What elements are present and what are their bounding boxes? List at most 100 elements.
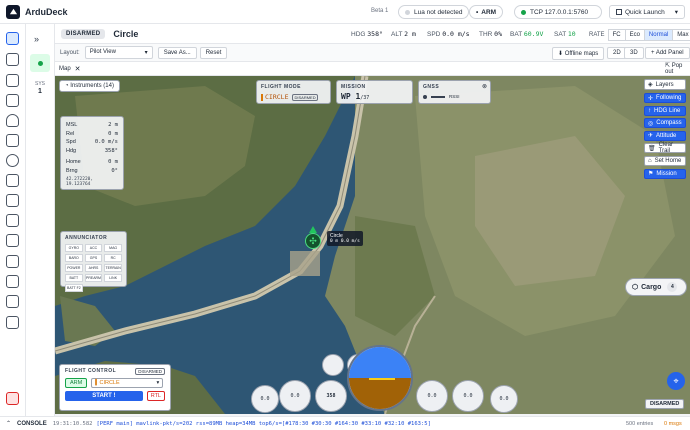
app-logo xyxy=(6,4,20,19)
instruments-button[interactable]: ◔ Instruments (14) xyxy=(59,80,120,92)
layer-icon: ✛ xyxy=(648,95,654,102)
vehicle-label: Circle 0 m 0.0 m/s xyxy=(327,231,363,246)
layers-button[interactable]: ◈ Layers xyxy=(644,79,686,90)
close-icon[interactable]: ✕ xyxy=(75,65,81,73)
mission-title: MISSION xyxy=(341,84,366,90)
vehicle-column: » SYS 1 xyxy=(26,24,55,416)
status-row: DISARMED Circle HDG 358° ALT 2 m SPD 0.0… xyxy=(55,24,690,44)
layout-bar: Layout: Pilot View ▾ Save As... Reset ⬇ O… xyxy=(55,44,690,62)
console-bar[interactable]: ⌃ CONSOLE 19:31:10.582 [PERF main] mavli… xyxy=(0,416,690,430)
rtl-button[interactable]: RTL xyxy=(146,391,165,401)
bat-readout: BAT 60.9V xyxy=(510,30,543,38)
rate-option-eco[interactable]: Eco xyxy=(624,29,645,41)
document-nav-icon[interactable] xyxy=(6,316,19,329)
locate-icon[interactable]: ⌖ xyxy=(667,372,685,390)
gauge-5: 0.0 xyxy=(452,380,484,412)
connection-pill[interactable]: TCP 127.0.0.1:5760 xyxy=(514,5,602,19)
annunciator-item: PREARM xyxy=(84,274,103,282)
layer-toggle-mission[interactable]: ⚑ Mission xyxy=(644,168,686,179)
console-time: 19:31:10.582 xyxy=(52,420,93,427)
chevron-up-icon[interactable]: ⌃ xyxy=(6,420,11,427)
log-nav-icon[interactable] xyxy=(6,194,19,207)
emergency-stop-icon[interactable] xyxy=(6,392,19,405)
layer-toggle-set-home[interactable]: ⌂ Set Home xyxy=(644,156,686,166)
vehicle-label-detail: 0 m 0.0 m/s xyxy=(330,239,360,244)
layer-toggle-following[interactable]: ✛ Following xyxy=(644,93,686,103)
arm-button[interactable]: • ARM xyxy=(469,5,504,19)
rate-option-fc[interactable]: FC xyxy=(607,29,626,41)
tools-nav-icon[interactable] xyxy=(6,134,19,147)
quick-launch-button[interactable]: Quick Launch ▾ xyxy=(609,5,685,19)
layer-icon: ◎ xyxy=(648,120,654,127)
add-panel-button[interactable]: + Add Panel xyxy=(645,47,690,59)
lua-status-dot xyxy=(405,9,410,15)
annunciator-item: GPS xyxy=(84,254,103,262)
rate-option-max[interactable]: Max xyxy=(672,29,690,41)
view-3d-button[interactable]: 3D xyxy=(624,47,644,59)
save-as-button[interactable]: Save As... xyxy=(157,46,197,59)
map-tab-label[interactable]: Map xyxy=(59,66,71,72)
sat-label: SAT xyxy=(554,31,567,38)
cargo-button[interactable]: ⬡ Cargo 4 xyxy=(625,278,687,296)
layer-icon: ⚑ xyxy=(648,171,654,178)
cpu-nav-icon[interactable] xyxy=(6,234,19,247)
sat-value: 10 xyxy=(567,30,576,38)
map-view[interactable]: ◔ Instruments (14) MSL 2 m Rel 0 m Spd 0.0 m/… xyxy=(55,76,690,414)
console-entries: 500 entries xyxy=(626,420,654,427)
telemetry-row-label: Home xyxy=(66,159,81,165)
shield-icon[interactable] xyxy=(6,114,19,127)
layer-icon: ⌂ xyxy=(648,158,652,164)
offline-maps-button[interactable]: ⬇ Offline maps xyxy=(552,47,605,60)
monitor-nav-icon[interactable] xyxy=(6,214,19,227)
layout-label: Layout: xyxy=(60,49,80,56)
layer-toggle-compass[interactable]: ◎ Compass xyxy=(644,118,686,129)
mission-nav-icon[interactable] xyxy=(6,74,19,87)
flight-mode-title: FLIGHT MODE xyxy=(261,84,301,90)
telemetry-nav-icon[interactable] xyxy=(6,32,19,45)
reset-button[interactable]: Reset xyxy=(199,46,228,59)
gnss-close-icon[interactable]: ⊗ xyxy=(482,83,487,90)
app-title: ArduDeck xyxy=(25,6,68,17)
cube-nav-icon[interactable] xyxy=(6,275,19,288)
layout-select[interactable]: Pilot View ▾ xyxy=(84,46,153,59)
layer-label: Attitude xyxy=(656,132,677,139)
connection-dot xyxy=(521,9,526,15)
chart-nav-icon[interactable] xyxy=(6,174,19,187)
collapse-icon[interactable]: » xyxy=(34,34,39,44)
annunciator-item: BATT F2 xyxy=(65,284,83,292)
arm-label: ARM xyxy=(481,8,497,16)
fc-arm-button[interactable]: ARM xyxy=(65,378,88,388)
pop-out-button[interactable]: ⇱ Pop out xyxy=(665,62,690,75)
telemetry-row-value: 0° xyxy=(111,167,118,174)
drone-icon: ✣ xyxy=(309,235,317,246)
gauge-1: 0.0 xyxy=(251,385,279,413)
fc-mode-select[interactable]: ▍CIRCLE ▾ xyxy=(91,378,164,388)
annunciator-item: BATT xyxy=(65,274,83,282)
telemetry-row-label: Hdg xyxy=(66,147,77,154)
gnss-card: GNSS RSSI ⊗ xyxy=(418,80,491,104)
telemetry-row: Rel 0 m xyxy=(66,130,118,139)
thr-readout: THR 0% xyxy=(479,30,502,38)
terminal-nav-icon[interactable] xyxy=(6,295,19,308)
chevron-down-icon: ▾ xyxy=(674,9,678,16)
layer-label: Mission xyxy=(656,170,677,177)
download-icon: ⬇ xyxy=(558,51,565,57)
layer-toggle-hdg-line[interactable]: ↑ HDG Line xyxy=(644,105,686,116)
vehicle-marker[interactable]: ✣ xyxy=(305,233,321,249)
layer-toggle-attitude[interactable]: ✈ Attitude xyxy=(644,130,686,141)
layer-toggle-clear-trail[interactable]: 🗑 Clear Trail xyxy=(644,142,686,154)
mission-card: MISSION WP 1/37 xyxy=(336,80,413,104)
telemetry-row-value: 0 m xyxy=(108,159,118,165)
quick-launch-label: Quick Launch xyxy=(625,8,665,16)
annunciator-title: ANNUNCIATOR xyxy=(65,235,108,241)
plugins-nav-icon[interactable] xyxy=(6,255,19,268)
start-button[interactable]: START ! xyxy=(65,391,143,401)
map-nav-icon[interactable] xyxy=(6,53,19,66)
hdg-label: HDG xyxy=(351,31,366,38)
gear-icon[interactable] xyxy=(6,154,19,167)
rate-option-normal[interactable]: Normal xyxy=(643,29,674,41)
sat-readout: SAT 10 xyxy=(554,30,576,38)
params-nav-icon[interactable] xyxy=(6,94,19,107)
flight-control-panel: FLIGHT CONTROL DISARMED ARM ▍CIRCLE ▾ ST… xyxy=(59,364,171,411)
vehicle-select-button[interactable] xyxy=(30,54,50,72)
